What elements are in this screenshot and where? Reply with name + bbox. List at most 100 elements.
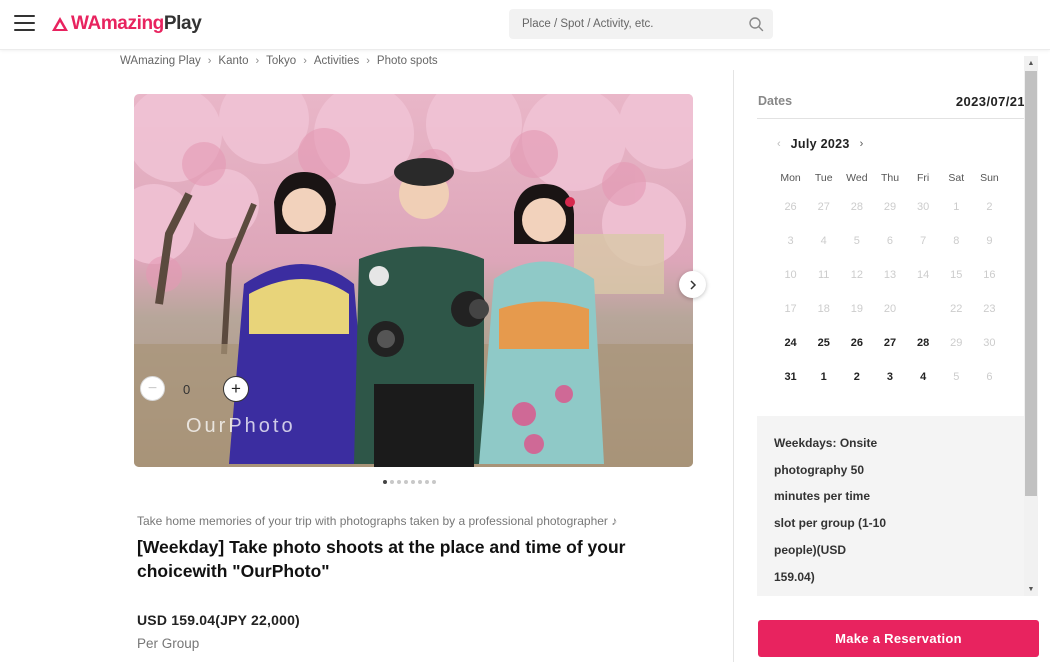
carousel-dot[interactable]	[432, 480, 436, 484]
menu-icon[interactable]	[14, 15, 35, 32]
weekday-label: Fri	[917, 172, 930, 184]
breadcrumb-item-tokyo[interactable]: Tokyo	[266, 55, 296, 67]
breadcrumb-separator-icon: ›	[255, 55, 260, 67]
carousel-dot[interactable]	[418, 480, 422, 484]
calendar-week-row: 10 11 12 13 14 15 16	[774, 258, 1006, 292]
calendar-day[interactable]: 1	[807, 371, 840, 383]
calendar-day-number: 11	[818, 269, 830, 281]
dates-row[interactable]: Dates 2023/07/21	[757, 92, 1025, 119]
calendar-day[interactable]: 26	[840, 337, 873, 349]
scroll-up-icon[interactable]: ▲	[1024, 56, 1038, 70]
calendar-day-number: 28	[850, 201, 863, 213]
hero-image: OurPhoto	[134, 94, 693, 467]
calendar-day[interactable]: 24	[774, 337, 807, 349]
calendar-day-number: 17	[784, 303, 797, 315]
calendar-day[interactable]: 31	[774, 371, 807, 383]
calendar-month-label: July 2023	[790, 137, 850, 151]
calendar-day: 6	[973, 371, 1006, 383]
calendar-day: 26	[774, 201, 807, 213]
carousel-dot[interactable]	[411, 480, 415, 484]
calendar-day-number: 20	[883, 303, 897, 315]
logo-text-mazing: mazing	[100, 13, 164, 34]
panel-scrollbar[interactable]: ▲ ▼	[1024, 56, 1038, 596]
breadcrumb-item-photo-spots[interactable]: Photo spots	[377, 55, 438, 67]
carousel-dot[interactable]	[404, 480, 408, 484]
dates-label: Dates	[758, 94, 793, 108]
carousel-next-button[interactable]	[679, 271, 706, 298]
search-input[interactable]	[509, 9, 739, 39]
prev-month-icon[interactable]: ‹	[777, 138, 781, 150]
calendar-day[interactable]: 28	[907, 337, 940, 349]
weekday-label: Tue	[814, 172, 833, 184]
scroll-down-icon[interactable]: ▼	[1024, 582, 1038, 596]
calendar-day: 5	[840, 235, 873, 247]
calendar-day-number: 24	[784, 337, 797, 349]
selected-date: 2023/07/21	[955, 94, 1025, 109]
calendar-day: 4	[807, 235, 840, 247]
quantity-increase-button[interactable]: +	[223, 376, 249, 402]
site-logo[interactable]: WAmazingPlay	[51, 13, 202, 35]
calendar-day: 29	[940, 337, 973, 349]
calendar-day-number: 29	[883, 201, 897, 213]
search-icon[interactable]	[748, 16, 764, 32]
calendar-day[interactable]: 4	[907, 371, 940, 383]
carousel-dot[interactable]	[425, 480, 429, 484]
calendar-day-number: 3	[787, 235, 794, 247]
calendar-day: 18	[807, 303, 840, 315]
calendar-day: 1	[940, 201, 973, 213]
calendar-day-number: 28	[917, 337, 930, 349]
calendar-day-number: 1	[953, 201, 960, 213]
calendar-day[interactable]: 2	[840, 371, 873, 383]
calendar-day-number: 15	[950, 269, 963, 281]
calendar-day-number: 13	[883, 269, 897, 281]
calendar-day[interactable]: 3	[873, 371, 906, 383]
calendar-day[interactable]: 27	[873, 337, 906, 349]
make-reservation-button[interactable]: Make a Reservation	[758, 620, 1039, 657]
breadcrumb-item-kanto[interactable]: Kanto	[218, 55, 248, 67]
calendar-day: 12	[840, 269, 873, 281]
weekday-header-row: Mon Tue Wed Thu Fri Sat Sun	[774, 166, 1006, 190]
weekday-label: Mon	[780, 172, 801, 184]
calendar-day-number: 6	[886, 235, 894, 247]
calendar-day: 7	[907, 235, 940, 247]
calendar-day-number: 7	[920, 235, 927, 247]
calendar-day-selected[interactable]: 21	[907, 293, 940, 325]
calendar-day: 11	[807, 269, 840, 281]
calendar-day-number: 21	[917, 303, 930, 315]
breadcrumb-separator-icon: ›	[366, 55, 370, 67]
ticket-option: Weekdays: Onsite photography 50 minutes pe…	[757, 416, 1024, 596]
ticket-option-line: Weekdays: Onsite	[774, 436, 878, 450]
calendar-day[interactable]: 25	[807, 337, 840, 349]
scroll-thumb[interactable]	[1025, 71, 1037, 496]
hero-watermark: OurPhoto	[186, 415, 296, 437]
calendar-day-number: 4	[920, 371, 927, 383]
calendar-day-number: 3	[886, 371, 894, 383]
calendar-day: 16	[973, 269, 1006, 281]
booking-panel: Dates 2023/07/21 ‹ July 2023 › Mon Tue Wed…	[757, 56, 1039, 596]
quantity-decrease-button[interactable]: −	[140, 376, 165, 401]
calendar-day: 22	[940, 303, 973, 315]
carousel-dot[interactable]	[390, 480, 394, 484]
calendar-day: 30	[907, 201, 940, 213]
calendar-day: 15	[940, 269, 973, 281]
calendar-day: 13	[873, 269, 906, 281]
breadcrumb-item-activities[interactable]: Activities	[314, 55, 359, 67]
weekday-label: Sun	[980, 172, 999, 184]
calendar-day: 30	[973, 337, 1006, 349]
calendar-day: 5	[940, 371, 973, 383]
carousel-dots	[383, 480, 436, 484]
column-divider	[733, 70, 734, 662]
next-month-icon[interactable]: ›	[860, 138, 864, 150]
carousel-dot[interactable]	[383, 480, 387, 484]
calendar-week-row: 3 4 5 6 7 8 9	[774, 224, 1006, 258]
calendar-grid: Mon Tue Wed Thu Fri Sat Sun 26 27 28 29 30 1 2 3 4 5 6 7 8 9…	[774, 166, 1006, 394]
calendar-week-row: 31 1 2 3 4 5 6	[774, 360, 1006, 394]
calendar-day: 3	[774, 235, 807, 247]
ticket-option-line: photography 50	[774, 462, 865, 477]
calendar-day: 8	[940, 235, 973, 247]
calendar-day-number: 2	[853, 371, 860, 383]
logo-text-play: Play	[163, 13, 202, 34]
price-unit: Per Group	[137, 636, 200, 651]
breadcrumb-item-wamazing-play[interactable]: WAmazing Play	[120, 55, 201, 67]
carousel-dot[interactable]	[397, 480, 401, 484]
